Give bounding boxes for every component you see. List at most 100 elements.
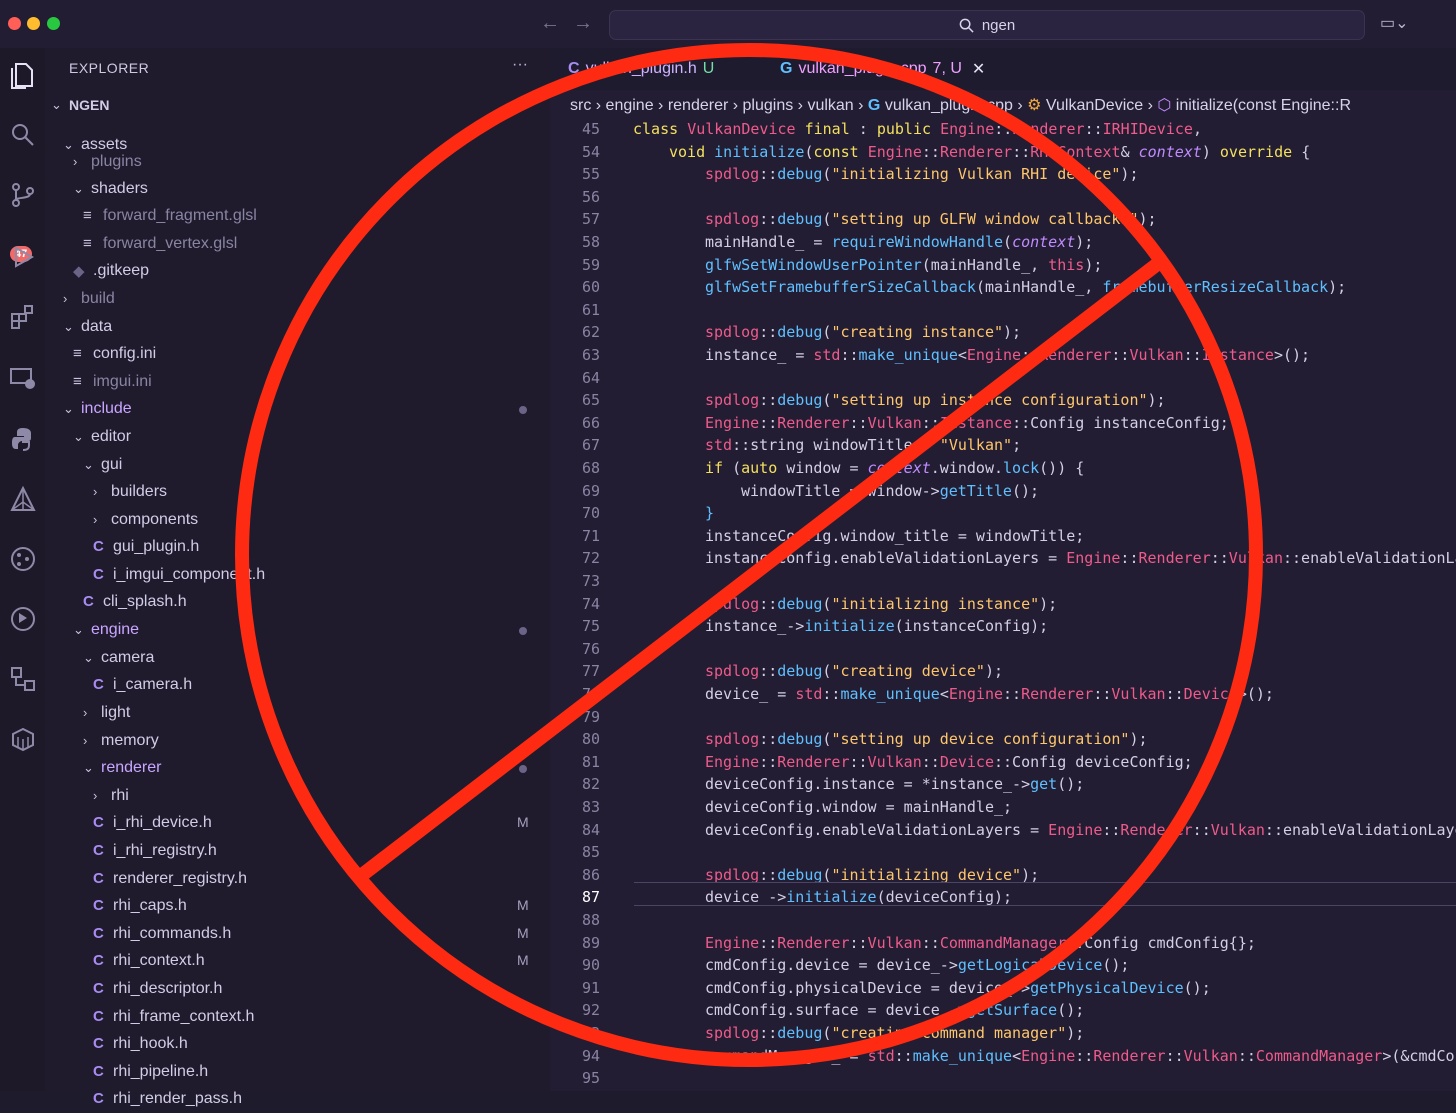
code-token: (mainHandle_, xyxy=(921,255,1049,274)
tree-item[interactable]: Ci_imgui_component.h xyxy=(45,562,550,589)
tree-item[interactable]: › plugins xyxy=(45,149,550,176)
breadcrumb-item[interactable]: vulkan_plugin.cpp xyxy=(885,97,1013,114)
tree-item[interactable]: Crhi_context.h M xyxy=(45,948,550,975)
tree-item[interactable]: Crhi_frame_context.h xyxy=(45,1004,550,1031)
code-text: spdlog::debug("setting up GLFW window ca… xyxy=(705,210,1157,228)
code-token: "Vulkan" xyxy=(939,436,1013,455)
ports-icon[interactable] xyxy=(0,666,45,692)
tree-item[interactable]: ◆ .gitkeep xyxy=(45,258,550,285)
tree-item-label: rhi_context.h xyxy=(113,952,205,969)
tree-item[interactable]: › components xyxy=(45,507,550,534)
explorer-icon[interactable] xyxy=(0,60,45,90)
c-file-icon: C xyxy=(93,870,104,887)
breadcrumb-item[interactable]: initialize(const Engine::R xyxy=(1176,97,1351,114)
command-center-search[interactable]: ngen xyxy=(609,10,1365,40)
code-token: spdlog xyxy=(705,594,760,613)
tree-item[interactable]: ≡ forward_vertex.glsl xyxy=(45,231,550,258)
code-token: Vulkan xyxy=(867,752,922,771)
code-token: std xyxy=(867,1046,895,1065)
forward-arrow-icon[interactable]: → xyxy=(573,12,593,35)
tab-vulkan-plugin-h[interactable]: C vulkan_plugin.h U xyxy=(568,48,714,90)
code-token: ()) { xyxy=(1039,459,1085,477)
search-icon[interactable] xyxy=(0,122,45,148)
code-token: :: xyxy=(1210,549,1229,568)
code-token: ::string windowTitle = xyxy=(732,436,940,455)
breadcrumb-item[interactable]: plugins xyxy=(743,97,794,114)
cmake-icon[interactable] xyxy=(0,486,45,512)
tree-item[interactable]: Ci_camera.h xyxy=(45,672,550,699)
code-token: instanceConfig.window_title = windowTitl… xyxy=(705,526,1085,545)
tree-item[interactable]: ⌄ camera xyxy=(45,645,550,672)
tree-item[interactable]: Crhi_render_pass.h xyxy=(45,1086,550,1113)
code-token: ); xyxy=(1075,233,1094,251)
tree-item[interactable]: Crenderer_registry.h xyxy=(45,866,550,893)
code-editor[interactable]: 45 class VulkanDevice final : public Engi… xyxy=(550,118,1456,1091)
tree-item[interactable]: ⌄ engine xyxy=(45,617,550,644)
breadcrumb-item[interactable]: VulkanDevice xyxy=(1046,97,1143,114)
breadcrumb-item[interactable]: engine xyxy=(606,97,654,114)
extensions-icon[interactable] xyxy=(0,304,45,330)
line-number: 72 xyxy=(581,549,600,568)
close-window-button[interactable] xyxy=(8,17,21,30)
breadcrumb-item[interactable]: src xyxy=(570,97,591,114)
chat-icon[interactable]: ▭⌄ xyxy=(1380,13,1409,33)
testing-icon[interactable] xyxy=(0,606,45,632)
workspace-root[interactable]: ⌄ NGEN xyxy=(45,92,550,119)
tree-item[interactable]: Ci_rhi_registry.h xyxy=(45,838,550,865)
minimize-window-button[interactable] xyxy=(27,17,40,30)
tree-item[interactable]: ⌄ editor xyxy=(45,424,550,451)
breadcrumb-item[interactable]: renderer xyxy=(668,97,728,114)
tree-item[interactable]: › light xyxy=(45,700,550,727)
tree-item[interactable]: ⌄ data xyxy=(45,314,550,341)
tree-item[interactable]: Crhi_hook.h xyxy=(45,1031,550,1058)
maximize-window-button[interactable] xyxy=(47,17,60,30)
close-tab-icon[interactable]: ✕ xyxy=(972,59,985,79)
code-text: spdlog::debug("initializing instance"); xyxy=(705,595,1057,613)
code-token: :: xyxy=(1120,549,1139,568)
tree-item[interactable]: ⌄ gui xyxy=(45,452,550,479)
code-token: ) xyxy=(1201,142,1220,161)
chevron-down-icon: ⌄ xyxy=(83,760,94,775)
code-line: 80 spdlog::debug("setting up device confi… xyxy=(550,728,1456,751)
run-debug-icon[interactable] xyxy=(0,244,45,270)
line-number: 56 xyxy=(581,187,600,206)
code-token: } xyxy=(705,504,715,523)
line-number: 65 xyxy=(581,391,600,410)
back-arrow-icon[interactable]: ← xyxy=(540,12,560,35)
tree-item[interactable]: Crhi_descriptor.h xyxy=(45,976,550,1003)
tree-item[interactable]: ≡ config.ini xyxy=(45,341,550,368)
tree-item-label: editor xyxy=(91,428,132,445)
tab-status: U xyxy=(702,60,715,77)
tree-item[interactable]: ⌄ include xyxy=(45,396,550,423)
tree-item[interactable]: › builders xyxy=(45,479,550,506)
tree-item[interactable]: › build xyxy=(45,286,550,313)
tree-item[interactable]: › memory xyxy=(45,728,550,755)
tab-vulkan-plugin-cpp[interactable]: G vulkan_plugin.cpp 7, U ✕ xyxy=(780,48,985,90)
code-text: deviceConfig.enableValidationLayers = En… xyxy=(705,821,1456,839)
git-graph-icon[interactable] xyxy=(0,546,45,572)
tree-item[interactable]: Cgui_plugin.h xyxy=(45,534,550,561)
remote-explorer-icon[interactable] xyxy=(0,366,45,392)
code-line: 45 class VulkanDevice final : public Engi… xyxy=(550,118,1456,141)
tree-item[interactable]: Ci_rhi_device.h M xyxy=(45,810,550,837)
code-text: instance_ = std::make_unique<Engine::Ren… xyxy=(705,346,1310,364)
tree-item[interactable]: Crhi_caps.h M xyxy=(45,893,550,920)
code-token: ); xyxy=(1147,391,1166,410)
tree-item[interactable]: ⌄ shaders xyxy=(45,176,550,203)
tree-item[interactable]: Crhi_pipeline.h xyxy=(45,1059,550,1086)
containers-icon[interactable] xyxy=(0,726,45,752)
tree-item-label: rhi_hook.h xyxy=(113,1035,188,1052)
tree-item[interactable]: ≡ forward_fragment.glsl xyxy=(45,203,550,230)
tree-item[interactable]: ⌄ renderer xyxy=(45,755,550,782)
source-control-icon[interactable] xyxy=(0,182,45,208)
breadcrumb-item[interactable]: vulkan xyxy=(807,97,853,114)
c-file-icon: C xyxy=(93,814,104,831)
code-token: Vulkan xyxy=(1210,820,1265,839)
code-token: ( xyxy=(732,459,742,477)
python-icon[interactable] xyxy=(0,426,45,452)
more-actions-icon[interactable]: ··· xyxy=(512,56,528,74)
tree-item[interactable]: › rhi xyxy=(45,783,550,810)
tree-item[interactable]: Ccli_splash.h xyxy=(45,589,550,616)
tree-item[interactable]: Crhi_commands.h M xyxy=(45,921,550,948)
tree-item[interactable]: ≡ imgui.ini xyxy=(45,369,550,396)
